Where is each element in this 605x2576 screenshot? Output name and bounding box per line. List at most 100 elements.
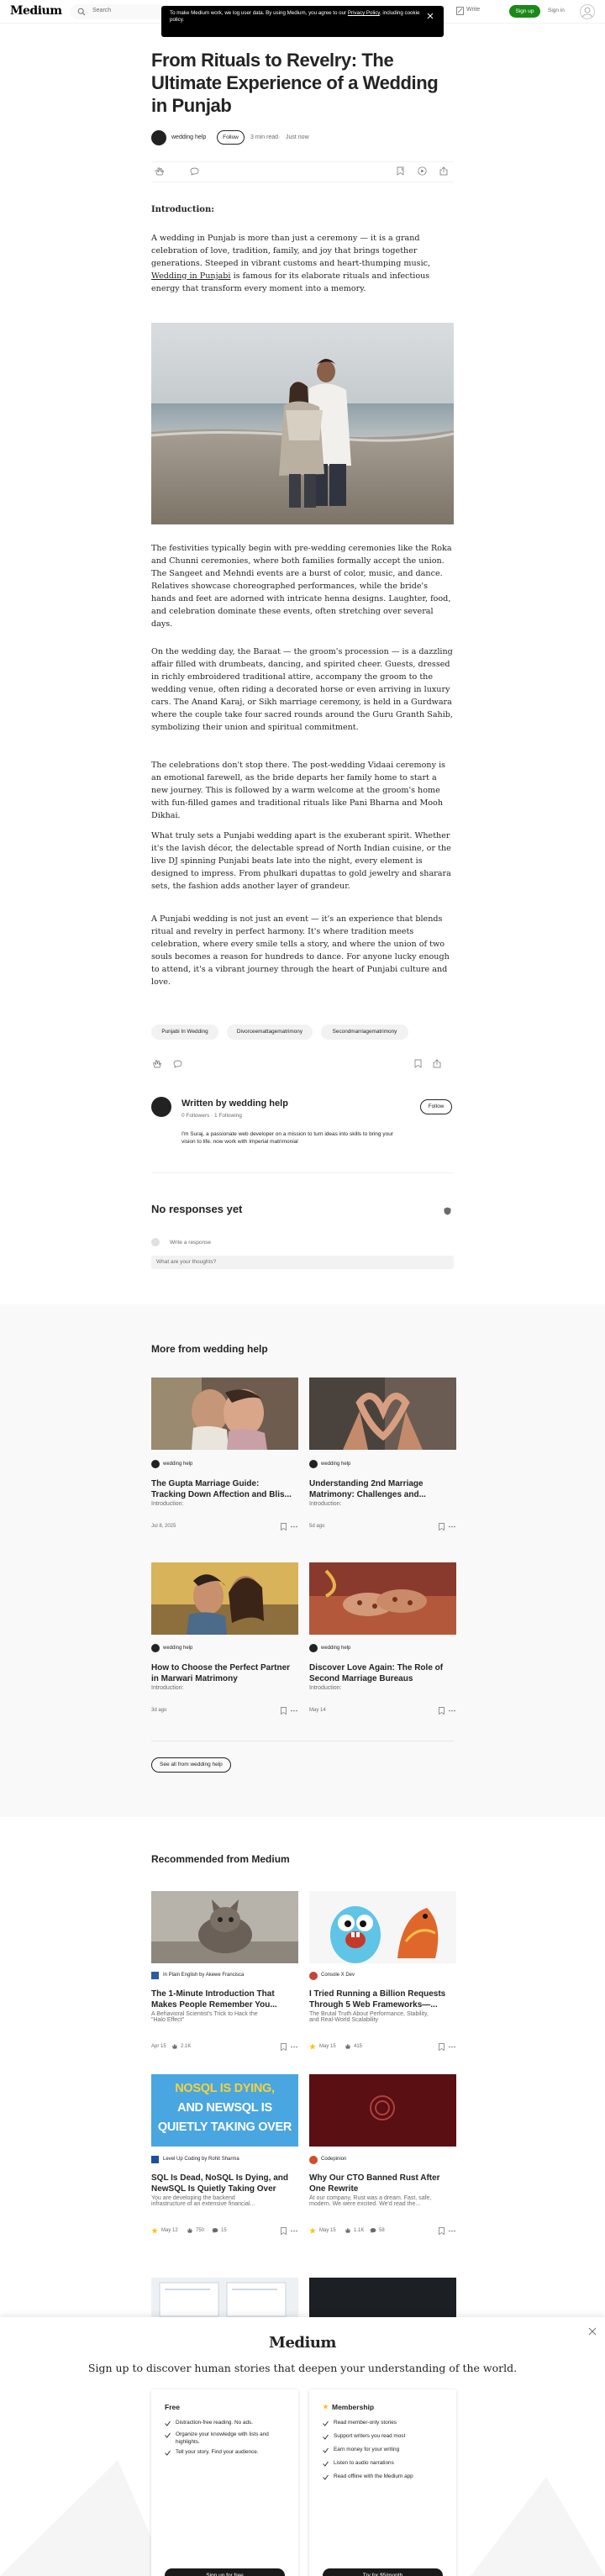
comment-icon[interactable] <box>173 1060 182 1068</box>
card-image-screenshot[interactable] <box>151 2278 298 2317</box>
feature-item: Tell your story. Find your audience. <box>165 2449 291 2461</box>
sign-up-button[interactable]: Sign up <box>509 5 540 18</box>
card-image-rust-logo[interactable] <box>309 2074 456 2147</box>
clap-icon[interactable] <box>152 1059 162 1069</box>
author-avatar[interactable] <box>309 2156 318 2164</box>
tag-punjabi-in-wedding[interactable]: Punjabi In Wedding <box>151 1025 218 1040</box>
sign-up-free-button[interactable]: Sign up for free <box>165 2568 285 2576</box>
more-options-icon[interactable] <box>291 1709 297 1712</box>
bookmark-icon[interactable] <box>281 1707 287 1715</box>
clap-icon[interactable] <box>155 166 165 176</box>
card-image-cat[interactable] <box>151 1891 298 1963</box>
card-date: May 15 <box>319 2228 336 2233</box>
signup-modal: Medium Sign up to discover human stories… <box>0 2317 605 2576</box>
card-title[interactable]: The 1-Minute Introduction That Makes Peop… <box>151 1989 298 2010</box>
card-title[interactable]: Why Our CTO Banned Rust After One Rewrite <box>309 2173 456 2194</box>
intro-heading: Introduction: <box>151 205 214 214</box>
card-author[interactable]: wedding help <box>163 1462 192 1467</box>
bookmark-icon[interactable] <box>281 1523 287 1530</box>
card-author[interactable]: In Plain English by Akewe Francisca <box>163 1973 244 1978</box>
shield-icon[interactable] <box>444 1207 451 1215</box>
card-author[interactable]: Console X Dev <box>321 1973 355 1978</box>
bookmark-icon[interactable] <box>439 1523 445 1530</box>
write-icon[interactable] <box>456 7 464 15</box>
search-input[interactable]: Search <box>71 4 171 19</box>
more-options-icon[interactable] <box>291 1525 297 1528</box>
card-title[interactable]: SQL Is Dead, NoSQL Is Dying, and NewSQL I… <box>151 2173 298 2194</box>
written-by[interactable]: Written by wedding help <box>182 1098 288 1109</box>
follow-button[interactable]: Follow <box>420 1099 452 1114</box>
author-avatar[interactable] <box>151 130 166 145</box>
card-author[interactable]: Codepinion <box>321 2157 346 2162</box>
feature-text: Organize your knowledge with lists and h… <box>176 2431 269 2445</box>
bookmark-icon[interactable] <box>414 1059 422 1068</box>
comment-icon[interactable] <box>190 167 199 176</box>
wedding-in-punjabi-link[interactable]: Wedding in Punjabi <box>151 271 231 281</box>
card-image-dark[interactable] <box>309 2278 456 2317</box>
bookmark-icon[interactable] <box>397 166 404 176</box>
more-options-icon[interactable] <box>291 2046 297 2048</box>
see-all-button[interactable]: See all from wedding help <box>151 1757 231 1773</box>
card-image-couple-outdoor[interactable] <box>151 1562 298 1635</box>
card-image-couple[interactable] <box>151 1378 298 1450</box>
share-icon[interactable] <box>433 1059 441 1068</box>
card-image-heart-hands[interactable] <box>309 1378 456 1450</box>
card-title[interactable]: I Tried Running a Billion Requests Throug… <box>309 1989 456 2010</box>
card-title-line: NewSQL Is Quietly Taking Over <box>151 2184 276 2194</box>
card-author[interactable]: Level Up Coding by Rohit Sharma <box>163 2157 239 2162</box>
bookmark-icon[interactable] <box>281 2043 287 2051</box>
card-title[interactable]: Discover Love Again: The Role of Second M… <box>309 1662 456 1684</box>
author-avatar[interactable] <box>309 1460 318 1468</box>
bookmark-icon[interactable] <box>439 2043 445 2051</box>
card-title[interactable]: The Gupta Marriage Guide: Tracking Down A… <box>151 1478 298 1500</box>
modal-logo: Medium <box>269 2334 336 2352</box>
more-options-icon[interactable] <box>291 2230 297 2232</box>
author-avatar[interactable] <box>151 1097 171 1117</box>
publication-logo[interactable] <box>151 1972 159 1979</box>
more-options-icon[interactable] <box>449 2230 455 2232</box>
card-title[interactable]: Understanding 2nd Marriage Matrimony: Cha… <box>309 1478 456 1500</box>
card-title-line: Understanding 2nd Marriage <box>309 1479 424 1488</box>
follow-button[interactable]: Follow <box>217 130 245 145</box>
membership-plan-features: Read member-only stories Support writers… <box>323 2420 449 2487</box>
write-link[interactable]: Write <box>466 7 480 13</box>
card-image-gopher-cartoon[interactable] <box>309 1891 456 1963</box>
author-avatar[interactable] <box>151 1460 160 1468</box>
listen-icon[interactable] <box>418 166 427 176</box>
sign-in-link[interactable]: Sign in <box>548 8 565 13</box>
feature-item: Support writers you read most <box>323 2433 449 2447</box>
response-input[interactable]: What are your thoughts? <box>151 1256 454 1269</box>
privacy-policy-link[interactable]: Privacy Policy <box>348 10 380 16</box>
check-icon <box>165 2432 171 2438</box>
following-count[interactable]: 1 Following <box>214 1113 242 1119</box>
followers-count[interactable]: 0 Followers <box>182 1113 209 1119</box>
tag-second-marriage-matrimony[interactable]: Secondmarriagematrimony <box>321 1025 408 1040</box>
bookmark-icon[interactable] <box>281 2227 287 2235</box>
share-icon[interactable] <box>439 166 448 176</box>
card-image-hands-mehndi[interactable] <box>309 1562 456 1635</box>
author-avatar[interactable] <box>309 1972 318 1980</box>
author-name[interactable]: wedding help <box>171 134 206 140</box>
paragraph-4: The celebrations don't stop there. The p… <box>151 761 446 820</box>
tag-divorcee-matrimony[interactable]: Divorceemattagematrimony <box>227 1025 313 1040</box>
author-avatar[interactable] <box>309 1644 318 1652</box>
more-options-icon[interactable] <box>449 1525 455 1528</box>
user-avatar-icon[interactable] <box>580 4 595 19</box>
card-author[interactable]: wedding help <box>163 1646 192 1651</box>
publication-logo[interactable] <box>151 2156 159 2163</box>
card-image-nosql-banner[interactable]: NOSQL IS DYING, AND NEWSQL IS QUIETLY TA… <box>151 2074 298 2147</box>
bookmark-icon[interactable] <box>439 2227 445 2235</box>
card-author[interactable]: wedding help <box>321 1646 350 1651</box>
card-author[interactable]: wedding help <box>321 1462 350 1467</box>
card-subtitle: Introduction: <box>309 1685 342 1691</box>
close-icon[interactable] <box>427 13 434 19</box>
card-title-line: How to Choose the Perfect Partner <box>151 1663 291 1673</box>
more-options-icon[interactable] <box>449 2046 455 2048</box>
author-avatar[interactable] <box>151 1644 160 1652</box>
card-title[interactable]: How to Choose the Perfect Partner in Marw… <box>151 1662 298 1684</box>
try-membership-button[interactable]: Try for $5/month <box>323 2568 443 2576</box>
bookmark-icon[interactable] <box>439 1707 445 1715</box>
banner-text: NOSQL IS DYING, AND NEWSQL IS QUIETLY TA… <box>151 2079 298 2137</box>
medium-logo[interactable]: Medium <box>10 4 62 18</box>
more-options-icon[interactable] <box>449 1709 455 1712</box>
